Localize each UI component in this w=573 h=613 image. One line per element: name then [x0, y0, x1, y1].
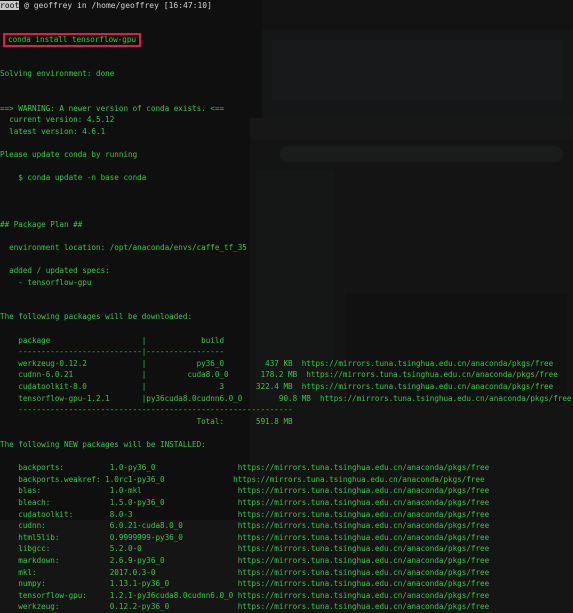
- terminal-line: ==> WARNING: A newer version of conda ex…: [0, 103, 225, 113]
- terminal-line: ---------------------------|------------…: [0, 347, 225, 357]
- terminal-line: cudnn: 6.0.21-cuda8.0_0 https://mirrors.…: [0, 521, 490, 531]
- terminal-line: Total: 591.8 MB: [0, 416, 293, 426]
- terminal-line: cudatoolkit: 8.0-3 https://mirrors.tuna.…: [0, 509, 490, 519]
- terminal-line: markdown: 2.6.9-py36_0 https://mirrors.t…: [0, 555, 490, 565]
- terminal-line: Please update conda by running: [0, 150, 138, 160]
- terminal-line: bleach: 1.5.0-py36_0 https://mirrors.tun…: [0, 497, 490, 507]
- terminal-line: numpy: 1.13.1-py36_0 https://mirrors.tun…: [0, 579, 490, 589]
- command-line: conda install tensorflow-gpu: [0, 33, 571, 48]
- terminal-line: werkzeug-0.12.2 | py36_0 437 KB https://…: [0, 358, 554, 368]
- terminal-output[interactable]: conda install tensorflow-gpu Solving env…: [0, 10, 571, 613]
- terminal-line: blas: 1.0-mkl https://mirrors.tuna.tsing…: [0, 486, 490, 496]
- terminal-line: tensorflow-gpu: 1.2.1-py36cuda8.0cudnn6.…: [0, 590, 490, 600]
- terminal-line: ----------------------------------------…: [0, 405, 293, 415]
- prompt-user: root: [0, 1, 20, 10]
- prompt-host-path: @ geoffrey in /home/geoffrey [16:47:10]: [19, 1, 212, 10]
- terminal-line: added / updated specs:: [0, 266, 110, 276]
- terminal-line: cudnn-6.0.21 | cuda8.0_0 178.2 MB https:…: [0, 370, 558, 380]
- terminal-line: ## Package Plan ##: [0, 219, 83, 229]
- terminal-line: cudatoolkit-8.0 | 3 322.4 MB https://mir…: [0, 382, 554, 391]
- terminal-line: mkl: 2017.0.3-0 https://mirrors.tuna.tsi…: [0, 567, 490, 577]
- terminal-line: backports: 1.0-py36_0 https://mirrors.tu…: [0, 463, 490, 473]
- terminal-line: latest version: 4.6.1: [0, 126, 106, 136]
- terminal-line: html5lib: 0.9999999-py36_0 https://mirro…: [0, 532, 490, 542]
- terminal-line: package | build: [0, 335, 225, 345]
- terminal-line: - tensorflow-gpu: [0, 277, 92, 287]
- terminal-line: environment location: /opt/anaconda/envs…: [0, 242, 247, 252]
- highlighted-command: conda install tensorflow-gpu: [3, 33, 142, 48]
- terminal-line: werkzeug: 0.12.2-py36_0 https://mirrors.…: [0, 602, 490, 612]
- terminal-line: Solving environment: done: [0, 68, 115, 78]
- terminal-window[interactable]: root @ geoffrey in /home/geoffrey [16:47…: [0, 0, 573, 611]
- terminal-line: $ conda update -n base conda: [0, 173, 147, 183]
- terminal-line: libgcc: 5.2.0-0 https://mirrors.tuna.tsi…: [0, 544, 490, 554]
- terminal-line: current version: 4.5.12: [0, 115, 115, 125]
- terminal-line: The following packages will be downloade…: [0, 312, 193, 322]
- terminal-line: tensorflow-gpu-1.2.1 |py36cuda8.0cudnn6.…: [0, 393, 572, 403]
- terminal-line: backports.weakref: 1.0rc1-py36_0 https:/…: [0, 474, 485, 484]
- terminal-line: The following NEW packages will be INSTA…: [0, 439, 206, 449]
